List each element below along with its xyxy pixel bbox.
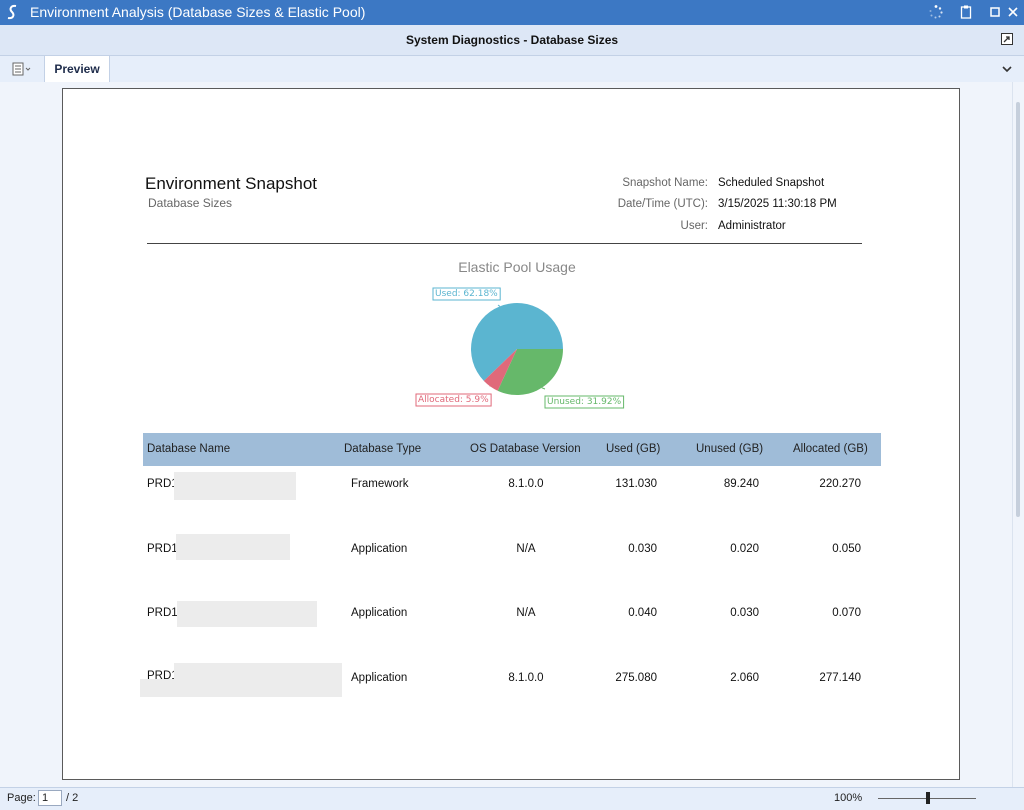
row1-used: 131.030 [615, 478, 657, 490]
datetime-label: Date/Time (UTC): [617, 198, 708, 210]
col-os-version: OS Database Version [470, 443, 581, 455]
row4-unused: 2.060 [730, 672, 759, 684]
row3-allocated: 0.070 [832, 607, 861, 619]
redacted-area [174, 663, 342, 679]
vertical-scrollbar[interactable] [1012, 82, 1024, 787]
row1-version: 8.1.0.0 [508, 478, 544, 490]
report-header-bar: System Diagnostics - Database Sizes [0, 25, 1024, 56]
redacted-area [176, 534, 290, 560]
user-label: User: [680, 220, 708, 232]
row3-used: 0.040 [628, 607, 657, 619]
report-subtitle: Database Sizes [148, 196, 233, 210]
col-used: Used (GB) [606, 443, 661, 455]
page-total: / 2 [66, 792, 79, 804]
snapshot-name-value: Scheduled Snapshot [718, 177, 825, 189]
report-title: Environment Snapshot [145, 174, 317, 193]
zoom-slider-thumb[interactable] [926, 792, 930, 804]
redacted-area [174, 472, 296, 500]
row1-allocated: 220.270 [819, 478, 861, 490]
col-database-name: Database Name [147, 443, 231, 455]
close-icon[interactable] [1005, 4, 1021, 20]
row4-used: 275.080 [615, 672, 657, 684]
row2-allocated: 0.050 [832, 543, 861, 555]
row2-unused: 0.020 [730, 543, 759, 555]
chart-title: Elastic Pool Usage [458, 259, 576, 275]
row1-unused: 89.240 [723, 478, 759, 490]
row4-allocated: 277.140 [819, 672, 861, 684]
col-database-type: Database Type [344, 443, 422, 455]
redacted-area [177, 601, 317, 627]
loading-spinner-icon [929, 5, 943, 19]
report-menu-icon[interactable] [12, 62, 32, 76]
row2-name: PRD1 [147, 543, 178, 555]
scrollbar-thumb[interactable] [1016, 102, 1020, 517]
row3-version: N/A [516, 607, 536, 619]
row2-version: N/A [516, 543, 536, 555]
window-titlebar: Environment Analysis (Database Sizes & E… [0, 0, 1024, 25]
snapshot-name-label: Snapshot Name: [622, 177, 708, 189]
header-divider [147, 243, 862, 244]
report-window-title: System Diagnostics - Database Sizes [405, 33, 619, 47]
row2-type: Application [351, 543, 408, 555]
maximize-icon[interactable] [987, 4, 1003, 20]
app-logo-icon [7, 4, 17, 20]
status-bar: Page: 1 / 2 100% [0, 787, 1024, 810]
page-label: Page: [7, 792, 36, 804]
row2-used: 0.030 [628, 543, 657, 555]
row4-type: Application [351, 672, 408, 684]
clipboard-icon[interactable] [958, 4, 974, 20]
popout-icon[interactable] [1001, 33, 1013, 45]
row3-name: PRD1 [147, 607, 178, 619]
col-unused: Unused (GB) [696, 443, 764, 455]
window-title: Environment Analysis (Database Sizes & E… [30, 4, 366, 20]
chevron-down-icon[interactable] [1000, 63, 1014, 75]
redacted-area [140, 679, 342, 697]
tab-preview[interactable]: Preview [44, 56, 110, 82]
row3-type: Application [351, 607, 408, 619]
row1-type: Framework [351, 478, 409, 490]
tab-bar: Preview [0, 56, 1024, 83]
row4-version: 8.1.0.0 [508, 672, 544, 684]
row3-unused: 0.030 [730, 607, 759, 619]
col-allocated: Allocated (GB) [793, 443, 868, 455]
zoom-level: 100% [834, 792, 863, 804]
datetime-value: 3/15/2025 11:30:18 PM [718, 198, 837, 210]
user-value: Administrator [718, 220, 786, 232]
page-number-input[interactable]: 1 [38, 790, 62, 806]
